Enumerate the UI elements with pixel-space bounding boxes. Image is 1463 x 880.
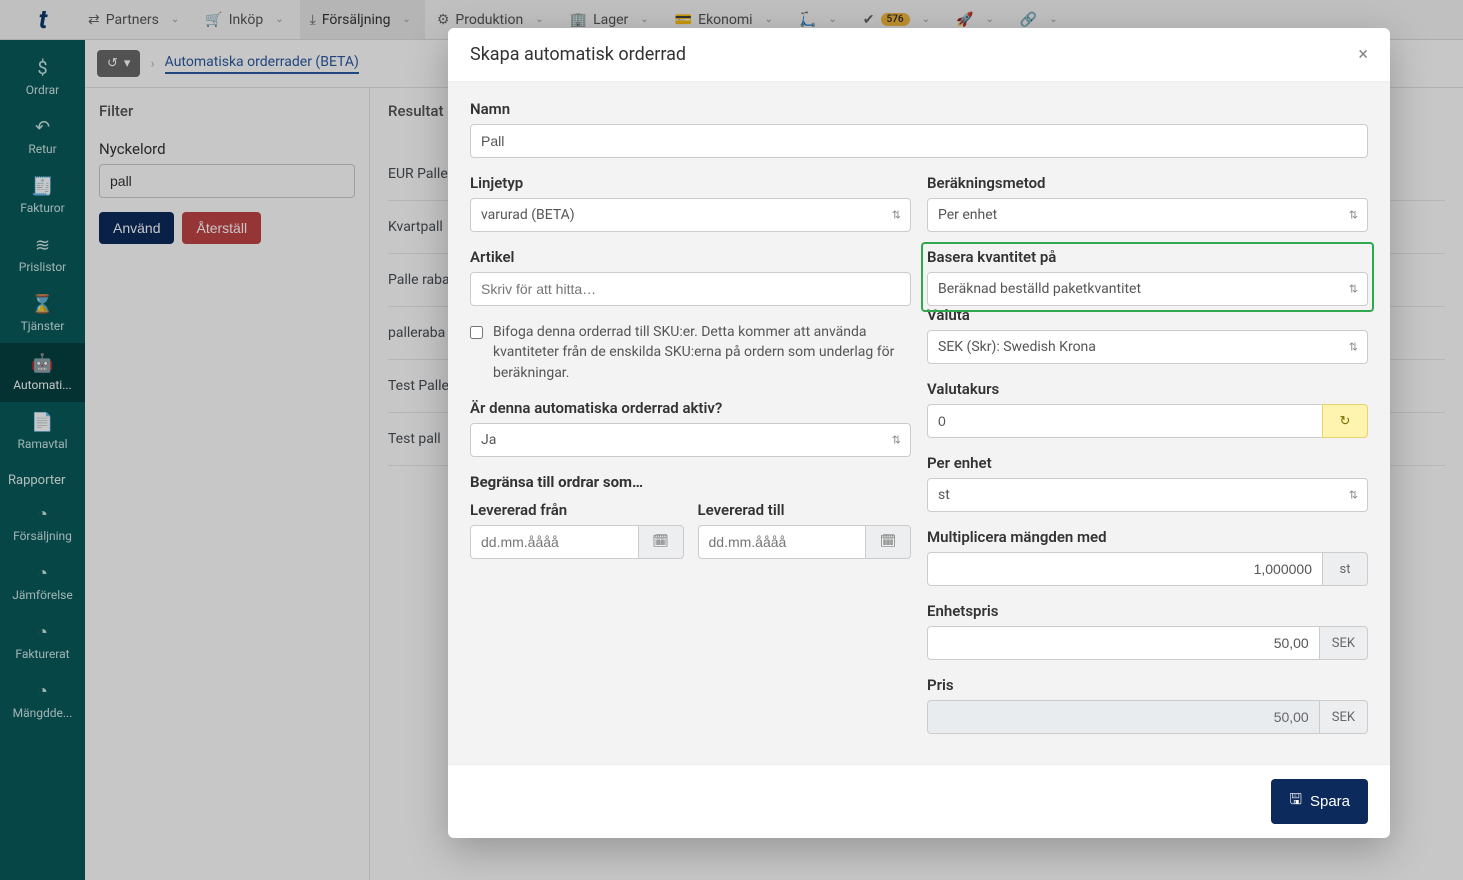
price-currency-addon: SEK [1319,700,1368,734]
modal-title: Skapa automatisk orderrad [470,44,686,65]
price-input [927,700,1319,734]
modal-close-button[interactable]: × [1358,44,1368,65]
delivered-to-input[interactable] [698,525,866,559]
modal-create-orderline: Skapa automatisk orderrad × Namn Linjety… [448,28,1390,838]
base-quantity-group-highlight: Basera kvantitet på Beräknad beställd pa… [921,242,1374,312]
save-icon: 🖫 [1289,789,1302,814]
base-quantity-select[interactable]: Beräknad beställd paketkvantitet [927,272,1368,306]
linetype-select[interactable]: varurad (BETA) [470,198,911,232]
base-quantity-label: Basera kvantitet på [927,248,1368,266]
refresh-rate-button[interactable]: ↻ [1322,404,1368,438]
unit-price-currency-addon: SEK [1319,626,1368,660]
linetype-label: Linjetyp [470,174,911,192]
unit-price-label: Enhetspris [927,602,1368,620]
currency-label: Valuta [927,306,1368,324]
save-button-label: Spara [1310,793,1350,810]
save-button[interactable]: 🖫 Spara [1271,779,1368,824]
attach-sku-text: Bifoga denna orderrad till SKU:er. Detta… [493,322,911,383]
attach-sku-checkbox[interactable] [470,326,483,339]
modal-footer: 🖫 Spara [448,764,1390,838]
exchange-rate-input[interactable] [927,404,1322,438]
delivered-from-label: Levererad från [470,501,684,519]
name-input[interactable] [470,124,1368,158]
delivered-to-label: Levererad till [698,501,912,519]
article-input[interactable] [470,272,911,306]
currency-select[interactable]: SEK (Skr): Swedish Krona [927,330,1368,364]
article-label: Artikel [470,248,911,266]
per-unit-label: Per enhet [927,454,1368,472]
calendar-icon[interactable]: 🗓 [865,525,911,559]
per-unit-select[interactable]: st [927,478,1368,512]
exchange-rate-label: Valutakurs [927,380,1368,398]
delivered-from-input[interactable] [470,525,638,559]
multiply-input[interactable] [927,552,1322,586]
calc-method-select[interactable]: Per enhet [927,198,1368,232]
multiply-unit-addon: st [1322,552,1368,586]
name-label: Namn [470,100,1368,118]
unit-price-input[interactable] [927,626,1319,660]
multiply-label: Multiplicera mängden med [927,528,1368,546]
active-label: Är denna automatiska orderrad aktiv? [470,399,911,417]
modal-body: Namn Linjetyp varurad (BETA) Artikel [448,82,1390,764]
calc-method-label: Beräkningsmetod [927,174,1368,192]
calendar-icon[interactable]: 🗓 [638,525,684,559]
modal-header: Skapa automatisk orderrad × [448,28,1390,82]
active-select[interactable]: Ja [470,423,911,457]
price-label: Pris [927,676,1368,694]
restrict-heading: Begränsa till ordrar som… [470,473,911,491]
